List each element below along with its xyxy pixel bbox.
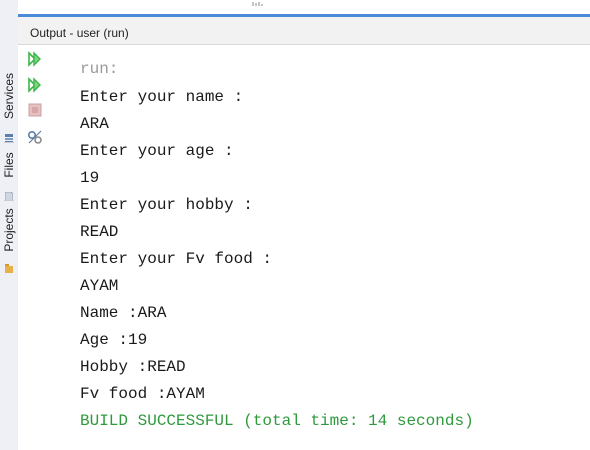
build-status-line: BUILD SUCCESSFUL (total time: 14 seconds… xyxy=(80,412,474,430)
console-line: Fv food :AYAM xyxy=(80,385,205,403)
rerun-with-options-icon xyxy=(27,76,43,98)
console-line: Enter your name : xyxy=(80,88,244,106)
rerun-button[interactable] xyxy=(27,50,43,72)
editor-area-edge xyxy=(18,0,590,17)
console-line: Hobby :READ xyxy=(80,358,186,376)
console-line: ARA xyxy=(80,115,109,133)
console-line: run: xyxy=(80,60,119,78)
sidebar-tab-files[interactable]: Files xyxy=(0,146,18,184)
console-line: Enter your hobby : xyxy=(80,196,253,214)
side-panel-bar: Services Files Projects xyxy=(0,0,19,450)
sidebar-tab-services-label: Services xyxy=(2,72,16,120)
output-toolbar xyxy=(18,45,58,450)
sidebar-tab-projects[interactable]: Projects xyxy=(0,204,18,256)
output-console[interactable]: run: Enter your name : ARA Enter your ag… xyxy=(58,45,590,450)
console-line: Name :ARA xyxy=(80,304,167,322)
console-line: Enter your age : xyxy=(80,142,234,160)
projects-icon xyxy=(5,260,13,273)
console-line: 19 xyxy=(80,169,100,187)
settings-button[interactable] xyxy=(27,129,43,150)
sidebar-divider xyxy=(4,142,14,143)
settings-icon xyxy=(27,129,43,150)
stop-button[interactable] xyxy=(27,103,43,122)
rerun-with-options-button[interactable] xyxy=(27,76,43,98)
console-line: Enter your Fv food : xyxy=(80,250,273,268)
files-icon xyxy=(4,188,14,202)
sidebar-tab-services[interactable]: Services xyxy=(0,66,18,126)
output-tab-title[interactable]: Output - user (run) xyxy=(30,26,129,40)
stop-icon xyxy=(28,103,42,122)
sidebar-tab-files-label: Files xyxy=(2,152,16,178)
services-icon xyxy=(5,130,13,143)
console-line: READ xyxy=(80,223,119,241)
sidebar-divider xyxy=(4,200,14,201)
console-line: AYAM xyxy=(80,277,119,295)
console-line: Age :19 xyxy=(80,331,148,349)
output-panel-header: Output - user (run) xyxy=(18,17,590,45)
sidebar-tab-projects-label: Projects xyxy=(2,208,16,252)
rerun-icon xyxy=(27,50,43,72)
editor-text-fragment xyxy=(252,0,266,10)
